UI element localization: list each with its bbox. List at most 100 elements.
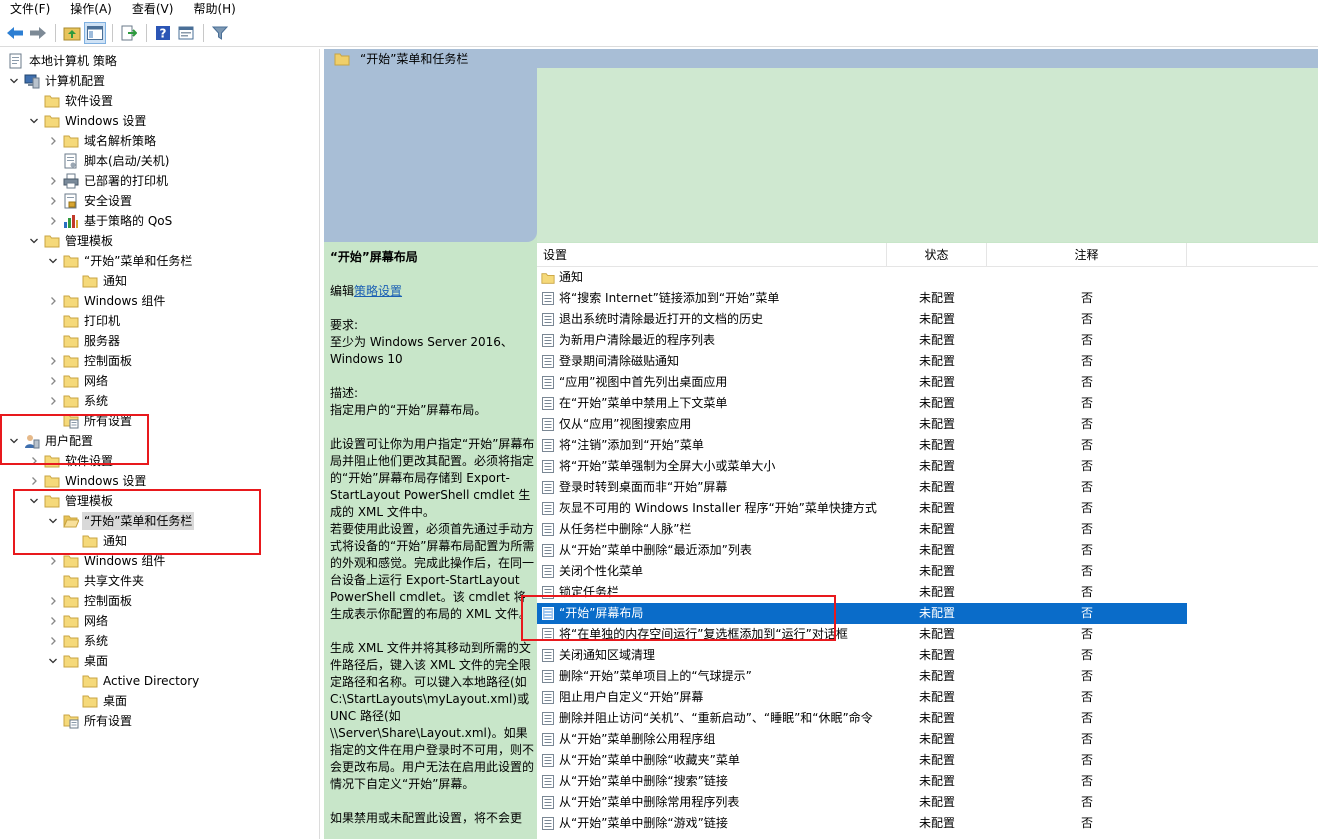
- tree-item[interactable]: 服务器: [47, 331, 122, 351]
- tree-item[interactable]: 打印机: [47, 311, 122, 331]
- tree-item[interactable]: “开始”菜单和任务栏: [47, 511, 195, 531]
- tree-item[interactable]: 基于策略的 QoS: [47, 211, 174, 231]
- list-item-folder[interactable]: 通知: [537, 267, 1187, 288]
- table-row[interactable]: 仅从“应用”视图搜索应用 未配置 否: [537, 414, 1187, 435]
- chevron-right-icon[interactable]: [47, 611, 59, 631]
- chevron-right-icon[interactable]: [47, 391, 59, 411]
- table-row[interactable]: 在“开始”菜单中禁用上下文菜单 未配置 否: [537, 393, 1187, 414]
- tree-item[interactable]: 管理模板: [28, 491, 115, 511]
- table-row[interactable]: 从“开始”菜单中删除“游戏”链接 未配置 否: [537, 813, 1187, 834]
- table-row[interactable]: 登录期间清除磁贴通知 未配置 否: [537, 351, 1187, 372]
- table-row[interactable]: 关闭通知区域清理 未配置 否: [537, 645, 1187, 666]
- tree-item[interactable]: 桌面: [66, 691, 129, 711]
- menu-file[interactable]: 文件(F): [0, 0, 60, 19]
- tree-item[interactable]: 共享文件夹: [47, 571, 146, 591]
- chevron-right-icon[interactable]: [47, 591, 59, 611]
- chevron-right-icon[interactable]: [47, 371, 59, 391]
- table-row[interactable]: 阻止用户自定义“开始”屏幕 未配置 否: [537, 687, 1187, 708]
- console-tree[interactable]: 本地计算机 策略 计算机配置 软件设置 Windows 设置 域名解析策略 脚本(启动/关…: [0, 49, 320, 839]
- table-row[interactable]: 从“开始”菜单中删除“最近添加”列表 未配置 否: [537, 540, 1187, 561]
- table-row[interactable]: 将“搜索 Internet”链接添加到“开始”菜单 未配置 否: [537, 288, 1187, 309]
- tree-item[interactable]: 通知: [66, 271, 129, 291]
- tree-item[interactable]: Windows 组件: [47, 551, 167, 571]
- chevron-right-icon[interactable]: [47, 131, 59, 151]
- tree-item[interactable]: 网络: [47, 611, 110, 631]
- back-button[interactable]: [4, 22, 26, 44]
- table-row[interactable]: 从“开始”菜单中删除“搜索”链接 未配置 否: [537, 771, 1187, 792]
- table-row[interactable]: “应用”视图中首先列出桌面应用 未配置 否: [537, 372, 1187, 393]
- chevron-right-icon[interactable]: [47, 211, 59, 231]
- tree-item[interactable]: 脚本(启动/关机): [47, 151, 171, 171]
- chevron-right-icon[interactable]: [28, 451, 40, 471]
- menu-action[interactable]: 操作(A): [60, 0, 122, 19]
- table-row[interactable]: 将“开始”菜单强制为全屏大小或菜单大小 未配置 否: [537, 456, 1187, 477]
- column-header-state[interactable]: 状态: [887, 243, 987, 267]
- table-row[interactable]: 关闭个性化菜单 未配置 否: [537, 561, 1187, 582]
- up-folder-button[interactable]: [61, 22, 83, 44]
- table-row[interactable]: “开始”屏幕布局 未配置 否: [537, 603, 1187, 624]
- tree-item[interactable]: 网络: [47, 371, 110, 391]
- table-row[interactable]: 退出系统时清除最近打开的文档的历史 未配置 否: [537, 309, 1187, 330]
- tree-item[interactable]: “开始”菜单和任务栏: [47, 251, 194, 271]
- tree-item[interactable]: 桌面: [47, 651, 110, 671]
- tree-item[interactable]: Windows 设置: [28, 111, 148, 131]
- tree-item[interactable]: 软件设置: [28, 91, 115, 111]
- settings-list[interactable]: 设置 状态 注释 通知 将“搜索 Internet”链接添加到“开始”菜单 未配置否…: [537, 243, 1318, 839]
- chevron-right-icon[interactable]: [47, 291, 59, 311]
- table-row[interactable]: 为新用户清除最近的程序列表 未配置 否: [537, 330, 1187, 351]
- tree-item[interactable]: 软件设置: [28, 451, 115, 471]
- tree-item[interactable]: 控制面板: [47, 591, 134, 611]
- tree-item[interactable]: 用户配置: [8, 431, 95, 451]
- menu-help[interactable]: 帮助(H): [183, 0, 245, 19]
- tree-item[interactable]: Windows 组件: [47, 291, 167, 311]
- chevron-right-icon[interactable]: [28, 471, 40, 491]
- chevron-right-icon[interactable]: [47, 351, 59, 371]
- edit-policy-link[interactable]: 策略设置: [354, 284, 402, 298]
- table-row[interactable]: 将“在单独的内存空间运行”复选框添加到“运行”对话框 未配置 否: [537, 624, 1187, 645]
- tree-item[interactable]: 管理模板: [28, 231, 115, 251]
- export-list-button[interactable]: [118, 22, 140, 44]
- chevron-right-icon[interactable]: [47, 631, 59, 651]
- table-row[interactable]: 从任务栏中删除“人脉”栏 未配置 否: [537, 519, 1187, 540]
- chevron-down-icon[interactable]: [28, 491, 40, 511]
- tree-item[interactable]: 系统: [47, 391, 110, 411]
- menu-view[interactable]: 查看(V): [122, 0, 184, 19]
- column-header-note[interactable]: 注释: [987, 243, 1187, 267]
- show-hide-tree-button[interactable]: [84, 21, 106, 44]
- tree-item[interactable]: 安全设置: [47, 191, 134, 211]
- chevron-down-icon[interactable]: [8, 71, 20, 91]
- table-row[interactable]: 将“注销”添加到“开始”菜单 未配置 否: [537, 435, 1187, 456]
- tree-item[interactable]: 域名解析策略: [47, 131, 158, 151]
- chevron-down-icon[interactable]: [28, 111, 40, 131]
- table-row[interactable]: 从“开始”菜单中删除常用程序列表 未配置 否: [537, 792, 1187, 813]
- chevron-down-icon[interactable]: [47, 251, 59, 271]
- chevron-right-icon[interactable]: [47, 191, 59, 211]
- table-row[interactable]: 删除“开始”菜单项目上的“气球提示” 未配置 否: [537, 666, 1187, 687]
- table-row[interactable]: 锁定任务栏 未配置 否: [537, 582, 1187, 603]
- properties-button[interactable]: [175, 22, 197, 44]
- chevron-right-icon[interactable]: [47, 171, 59, 191]
- tree-item[interactable]: 已部署的打印机: [47, 171, 170, 191]
- column-header-setting[interactable]: 设置: [537, 243, 887, 267]
- table-row[interactable]: 删除并阻止访问“关机”、“重新启动”、“睡眠”和“休眠”命令 未配置 否: [537, 708, 1187, 729]
- chevron-down-icon[interactable]: [28, 231, 40, 251]
- tree-item[interactable]: 所有设置: [47, 711, 134, 731]
- tree-item[interactable]: 控制面板: [47, 351, 134, 371]
- table-row[interactable]: 从“开始”菜单中删除“收藏夹”菜单 未配置 否: [537, 750, 1187, 771]
- tree-item[interactable]: 计算机配置: [8, 71, 107, 91]
- forward-button[interactable]: [27, 22, 49, 44]
- chevron-down-icon[interactable]: [47, 511, 59, 531]
- tree-item[interactable]: 系统: [47, 631, 110, 651]
- tree-item[interactable]: Active Directory: [66, 671, 201, 691]
- chevron-right-icon[interactable]: [47, 551, 59, 571]
- table-row[interactable]: 从“开始”菜单删除公用程序组 未配置 否: [537, 729, 1187, 750]
- table-row[interactable]: 登录时转到桌面而非“开始”屏幕 未配置 否: [537, 477, 1187, 498]
- chevron-down-icon[interactable]: [8, 431, 20, 451]
- chevron-down-icon[interactable]: [47, 651, 59, 671]
- tree-item[interactable]: 本地计算机 策略: [8, 51, 119, 71]
- tree-item[interactable]: 所有设置: [47, 411, 134, 431]
- help-button[interactable]: ?: [152, 22, 174, 44]
- table-row[interactable]: 灰显不可用的 Windows Installer 程序“开始”菜单快捷方式 未配置…: [537, 498, 1187, 519]
- tree-item[interactable]: 通知: [66, 531, 129, 551]
- tree-item[interactable]: Windows 设置: [28, 471, 148, 491]
